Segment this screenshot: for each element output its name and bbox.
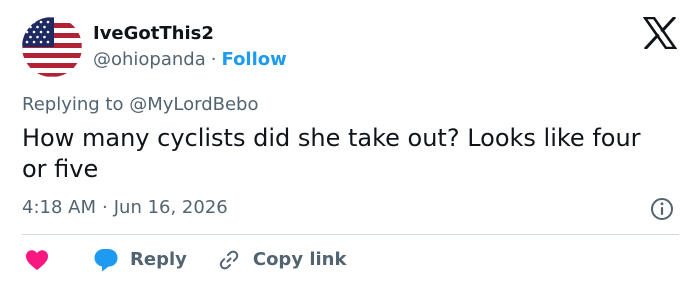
link-icon xyxy=(219,250,239,270)
timestamp-separator: · xyxy=(102,197,108,218)
reply-button[interactable]: Reply xyxy=(93,247,187,273)
tweet-time: 4:18 AM xyxy=(22,197,96,218)
reply-mention-link[interactable]: @MyLordBebo xyxy=(129,94,258,115)
x-logo-icon[interactable] xyxy=(643,17,677,49)
handle-separator: · xyxy=(210,49,217,70)
tweet-text: How many cyclists did she take out? Look… xyxy=(22,124,641,183)
reply-label: Reply xyxy=(130,249,187,270)
action-bar: Reply Copy link xyxy=(22,246,346,274)
author-handle-row: @ohiopanda · Follow xyxy=(93,48,287,72)
follow-button[interactable]: Follow xyxy=(222,49,287,70)
author-handle[interactable]: @ohiopanda xyxy=(93,49,206,70)
heart-icon xyxy=(26,250,48,270)
tweet-timestamp[interactable]: 4:18 AM · Jun 16, 2026 xyxy=(22,196,228,220)
replying-to-line: Replying to @MyLordBebo xyxy=(22,93,259,117)
replying-to-prefix: Replying to xyxy=(22,94,124,115)
tweet-embed-card: IveGotThis2 @ohiopanda · Follow Replying t… xyxy=(0,0,700,287)
like-button[interactable] xyxy=(22,246,52,274)
avatar[interactable] xyxy=(22,17,82,77)
copy-link-button[interactable]: Copy link xyxy=(217,248,347,272)
info-icon[interactable] xyxy=(650,197,674,221)
tweet-date: Jun 16, 2026 xyxy=(113,197,228,218)
copy-link-label: Copy link xyxy=(252,249,347,270)
author-display-name[interactable]: IveGotThis2 xyxy=(93,22,214,46)
us-flag-avatar-icon xyxy=(22,17,82,77)
speech-bubble-icon xyxy=(94,249,118,272)
divider xyxy=(22,234,679,235)
